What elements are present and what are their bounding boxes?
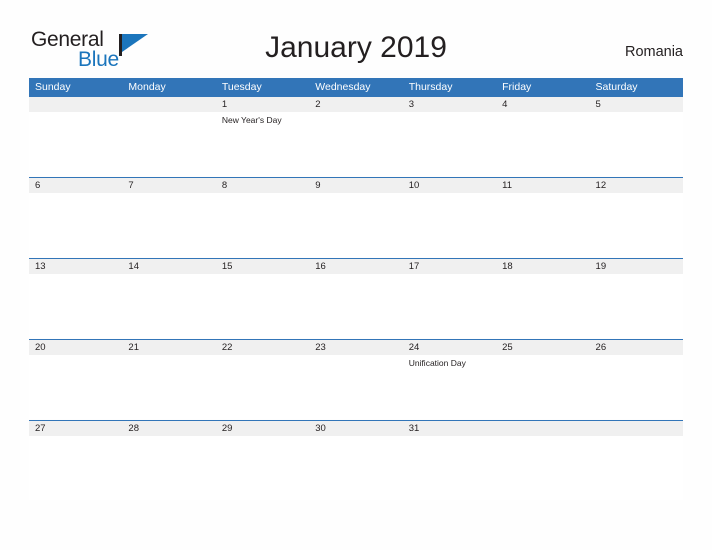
week-event-band: New Year's Day [29,112,683,176]
day-number[interactable]: 30 [309,421,402,436]
day-event [122,112,215,176]
week-date-band: 13 14 15 16 17 18 19 [29,258,683,274]
week-date-band: 1 2 3 4 5 [29,96,683,112]
day-number[interactable]: 20 [29,340,122,355]
weekday-header-friday: Friday [502,81,532,93]
day-event [309,193,402,257]
day-event: New Year's Day [221,115,282,125]
day-number[interactable]: 6 [29,178,122,193]
day-event [122,355,215,419]
week-row: 20 21 22 23 24 25 26 Unification Day [29,339,683,420]
day-event [29,355,122,419]
day-number[interactable]: 19 [590,259,683,274]
week-row: 1 2 3 4 5 New Year's Day [29,96,683,177]
day-number[interactable]: 15 [216,259,309,274]
day-event [496,355,589,419]
day-number[interactable] [590,421,683,436]
weekday-header-wednesday: Wednesday [315,81,371,93]
week-event-band [29,436,683,500]
day-event [496,274,589,338]
weekday-header-tuesday: Tuesday [221,81,262,93]
day-number[interactable]: 11 [496,178,589,193]
day-number[interactable]: 2 [309,97,402,112]
day-number[interactable]: 17 [403,259,496,274]
day-number[interactable]: 28 [122,421,215,436]
day-event [309,274,402,338]
weekday-header-row: Sunday Monday Tuesday Wednesday Thursday… [29,78,683,96]
weekday-header-sunday: Sunday [35,81,71,93]
day-event [496,436,589,500]
weekday-header-monday: Monday [128,81,166,93]
day-event [122,436,215,500]
day-number[interactable]: 10 [403,178,496,193]
day-number[interactable] [122,97,215,112]
day-number[interactable]: 25 [496,340,589,355]
week-row: 13 14 15 16 17 18 19 [29,258,683,339]
day-event [309,355,402,419]
day-event [309,112,402,176]
weekday-header-saturday: Saturday [595,81,638,93]
day-number[interactable]: 29 [216,421,309,436]
day-number[interactable]: 14 [122,259,215,274]
day-event [122,193,215,257]
day-number[interactable]: 22 [216,340,309,355]
week-date-band: 6 7 8 9 10 11 12 [29,177,683,193]
day-number[interactable] [496,421,589,436]
day-number[interactable] [29,97,122,112]
day-number[interactable]: 5 [590,97,683,112]
day-event [496,112,589,176]
day-number[interactable]: 7 [122,178,215,193]
day-number[interactable]: 31 [403,421,496,436]
day-event [403,112,496,176]
day-number[interactable]: 27 [29,421,122,436]
day-event [403,274,496,338]
day-event [590,274,683,338]
day-event [216,436,309,500]
day-event [590,112,683,176]
weekday-header-thursday: Thursday [408,81,453,93]
page-header: General Blue January 2019 Romania [0,0,712,78]
day-event [29,193,122,257]
week-event-band [29,274,683,338]
day-event [590,355,683,419]
day-event [590,436,683,500]
day-event [216,193,309,257]
day-number[interactable]: 21 [122,340,215,355]
day-number[interactable]: 3 [403,97,496,112]
page-title: January 2019 [265,31,447,64]
day-number[interactable]: 12 [590,178,683,193]
week-date-band: 20 21 22 23 24 25 26 [29,339,683,355]
calendar-page: General Blue January 2019 Romania Sunday… [0,0,712,550]
week-date-band: 27 28 29 30 31 [29,420,683,436]
day-event [216,274,309,338]
day-event [216,355,309,419]
week-event-band [29,193,683,257]
calendar-grid: Sunday Monday Tuesday Wednesday Thursday… [29,78,683,501]
day-number[interactable]: 26 [590,340,683,355]
day-event [122,274,215,338]
day-number[interactable]: 13 [29,259,122,274]
day-number[interactable]: 24 [403,340,496,355]
day-number[interactable]: 18 [496,259,589,274]
week-row: 27 28 29 30 31 [29,420,683,501]
day-number[interactable]: 4 [496,97,589,112]
day-number[interactable]: 8 [216,178,309,193]
day-event [403,193,496,257]
week-row: 6 7 8 9 10 11 12 [29,177,683,258]
day-event [29,274,122,338]
day-event [590,193,683,257]
day-number[interactable]: 16 [309,259,402,274]
day-event [403,436,496,500]
day-event: Unification Day [408,358,466,368]
day-number[interactable]: 1 [216,97,309,112]
day-event [29,112,122,176]
week-event-band: Unification Day [29,355,683,419]
day-number[interactable]: 9 [309,178,402,193]
day-number[interactable]: 23 [309,340,402,355]
country-label: Romania [624,44,683,60]
day-event [29,436,122,500]
day-event [309,436,402,500]
day-event [496,193,589,257]
